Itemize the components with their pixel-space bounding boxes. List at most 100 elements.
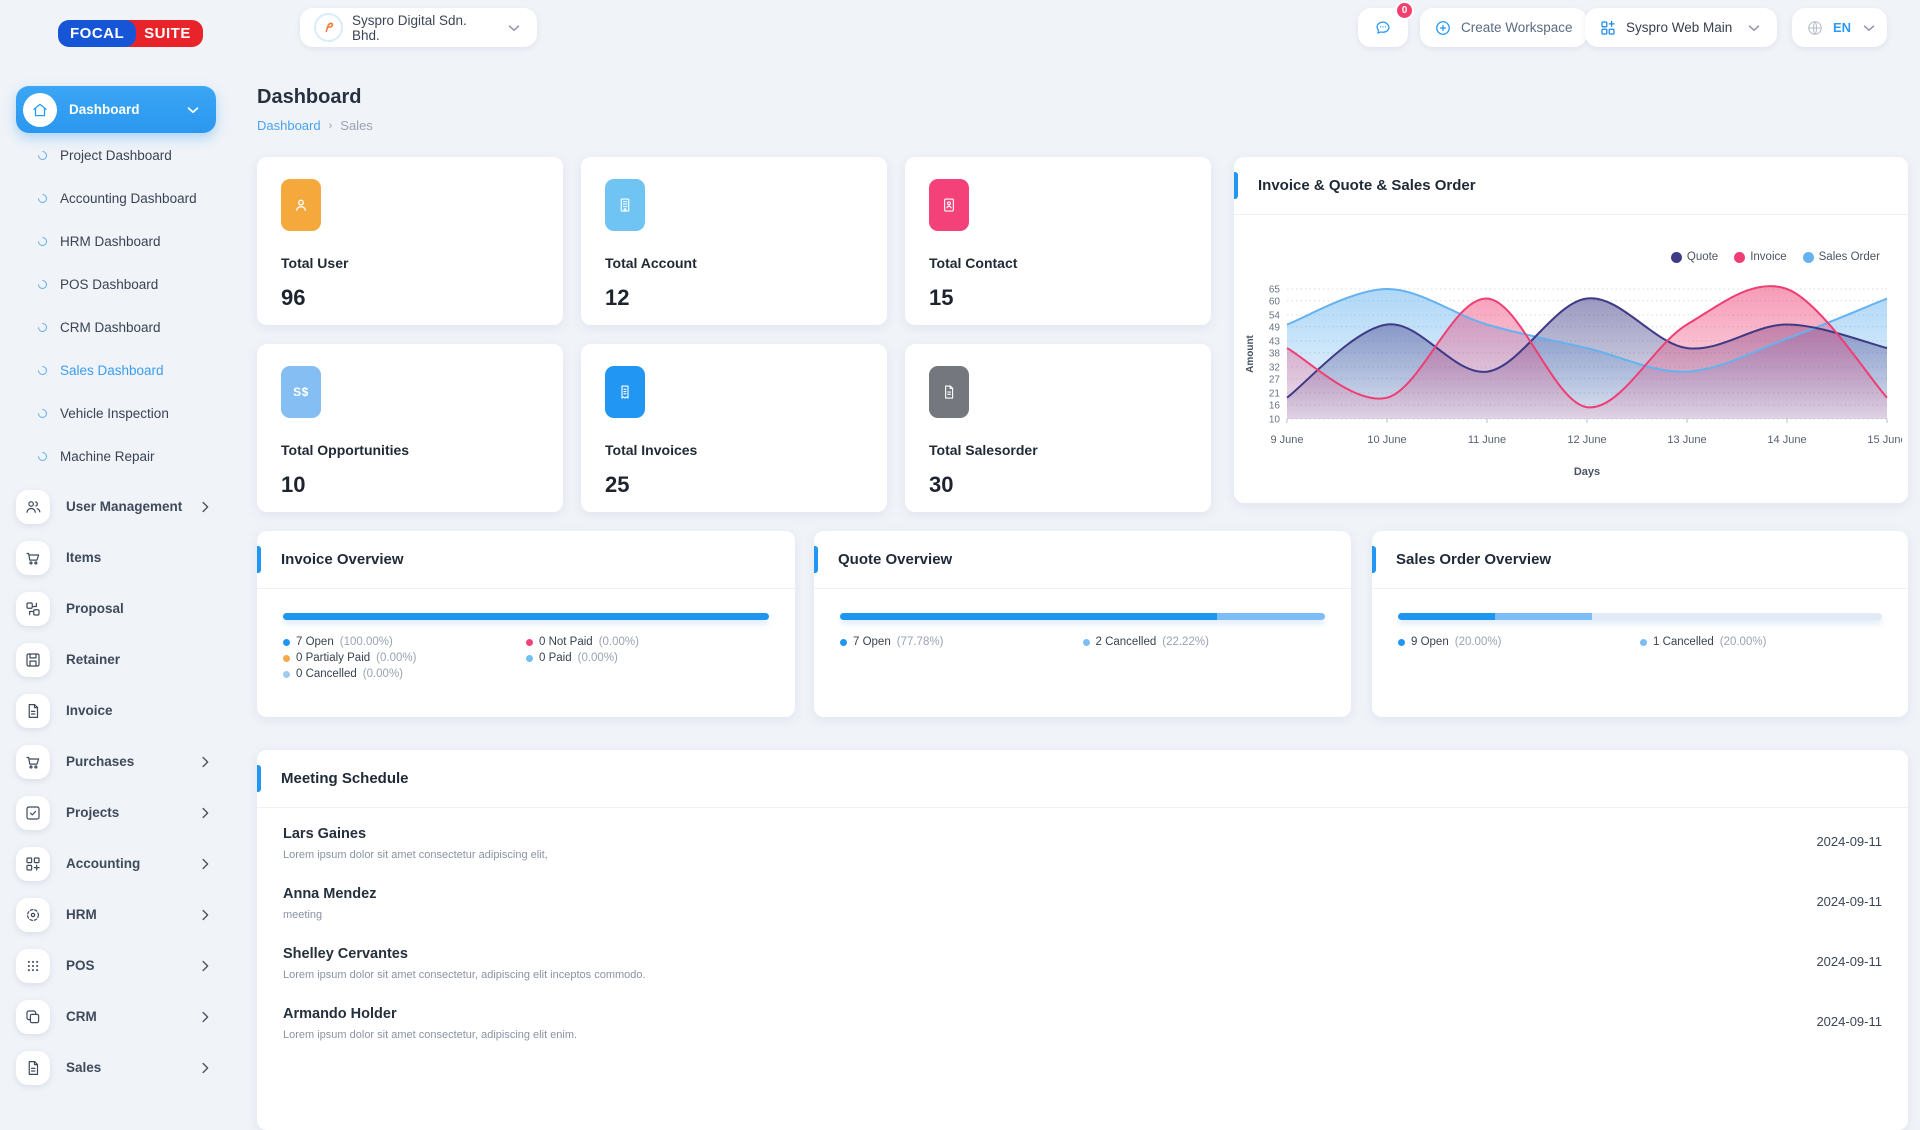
sidebar-item-label: Accounting Dashboard xyxy=(60,191,197,206)
stat-value: 30 xyxy=(929,472,1187,498)
svg-text:10 June: 10 June xyxy=(1367,434,1406,446)
legend-item-invoice[interactable]: Invoice xyxy=(1734,251,1786,263)
sidebar-item-pos[interactable]: POS xyxy=(0,940,232,991)
sidebar-item-pos-dashboard[interactable]: POS Dashboard xyxy=(0,263,232,306)
svg-text:43: 43 xyxy=(1269,337,1281,348)
sidebar-item-machine-repair[interactable]: Machine Repair xyxy=(0,435,232,478)
legend-item: 7 Open (100.00%) xyxy=(283,636,526,648)
chat-button[interactable]: 0 xyxy=(1358,8,1408,47)
legend-dot xyxy=(1398,639,1405,646)
company-logo-icon xyxy=(314,13,343,42)
sidebar-item-sales[interactable]: Sales xyxy=(0,1042,232,1093)
sidebar-item-accounting-dashboard[interactable]: Accounting Dashboard xyxy=(0,177,232,220)
circle-bullet-icon xyxy=(36,235,49,248)
page-title: Dashboard xyxy=(257,86,361,109)
chevron-right-icon xyxy=(196,1059,214,1077)
sidebar-item-items[interactable]: Items xyxy=(0,532,232,583)
language-selector[interactable]: EN xyxy=(1792,8,1887,47)
legend-item: 0 Not Paid (0.00%) xyxy=(526,636,769,648)
sidebar-item-label: Project Dashboard xyxy=(60,148,172,163)
sidebar-item-user-management[interactable]: User Management xyxy=(0,481,232,532)
app-logo[interactable]: FOCAL SUITE xyxy=(58,20,203,47)
sidebar-item-invoice[interactable]: Invoice xyxy=(0,685,232,736)
sidebar-item-sales-dashboard[interactable]: Sales Dashboard xyxy=(0,349,232,392)
sidebar-item-proposal[interactable]: Proposal xyxy=(0,583,232,634)
stat-value: 12 xyxy=(605,285,863,311)
chevron-right-icon xyxy=(196,804,214,822)
meeting-row[interactable]: Anna Mendez meeting 2024-09-11 xyxy=(283,886,1882,921)
card-title: Meeting Schedule xyxy=(281,770,409,787)
legend-dot xyxy=(1734,252,1745,263)
stat-label: Total Invoices xyxy=(605,442,863,458)
stat-value: 96 xyxy=(281,285,539,311)
breadcrumb-dashboard-link[interactable]: Dashboard xyxy=(257,118,321,133)
legend-label: 9 Open xyxy=(1411,636,1449,648)
meeting-row[interactable]: Armando Holder Lorem ipsum dolor sit ame… xyxy=(283,1006,1882,1041)
legend-dot xyxy=(526,655,533,662)
sidebar-item-crm[interactable]: CRM xyxy=(0,991,232,1042)
sidebar-item-hrm-dashboard[interactable]: HRM Dashboard xyxy=(0,220,232,263)
legend-label: 0 Paid xyxy=(539,652,572,664)
dots-grid-icon xyxy=(16,949,50,983)
svg-text:14 June: 14 June xyxy=(1767,434,1806,446)
globe-icon xyxy=(1806,19,1824,37)
legend-label: 2 Cancelled xyxy=(1096,636,1157,648)
legend-item-quote[interactable]: Quote xyxy=(1671,251,1718,263)
stat-card-total-opportunities: S$ Total Opportunities 10 xyxy=(257,344,563,512)
legend-percent: (0.00%) xyxy=(363,668,403,680)
svg-text:15 June: 15 June xyxy=(1867,434,1902,446)
legend-label: 7 Open xyxy=(296,636,334,648)
sidebar-item-projects[interactable]: Projects xyxy=(0,787,232,838)
card-title: Sales Order Overview xyxy=(1396,551,1551,568)
svg-text:38: 38 xyxy=(1269,348,1281,359)
invoice-overview-card: Invoice Overview 7 Open (100.00%) 0 Not … xyxy=(257,531,795,717)
sidebar-item-accounting[interactable]: Accounting xyxy=(0,838,232,889)
sidebar-item-label: POS Dashboard xyxy=(60,277,158,292)
svg-text:49: 49 xyxy=(1269,322,1281,333)
sidebar-item-vehicle-inspection[interactable]: Vehicle Inspection xyxy=(0,392,232,435)
circle-bullet-icon xyxy=(36,364,49,377)
legend-dot xyxy=(526,639,533,646)
legend-label: Invoice xyxy=(1750,251,1786,263)
dashboard-submenu: Project Dashboard Accounting Dashboard H… xyxy=(0,134,232,478)
create-workspace-button[interactable]: Create Workspace xyxy=(1420,8,1587,47)
cart-icon xyxy=(16,541,50,575)
legend-item: 2 Cancelled (22.22%) xyxy=(1083,636,1326,648)
stat-card-total-invoices: Total Invoices 25 xyxy=(581,344,887,512)
svg-text:21: 21 xyxy=(1269,389,1281,400)
sidebar-item-crm-dashboard[interactable]: CRM Dashboard xyxy=(0,306,232,349)
dollar-icon: S$ xyxy=(281,366,321,418)
workspace-selector[interactable]: Syspro Web Main xyxy=(1585,8,1777,47)
users-icon xyxy=(16,490,50,524)
svg-text:27: 27 xyxy=(1269,374,1281,385)
sidebar-item-hrm[interactable]: HRM xyxy=(0,889,232,940)
chart-title: Invoice & Quote & Sales Order xyxy=(1258,177,1476,194)
svg-text:Days: Days xyxy=(1574,466,1600,478)
circle-bullet-icon xyxy=(36,450,49,463)
meeting-name: Anna Mendez xyxy=(283,886,376,902)
legend-dot xyxy=(840,639,847,646)
stat-label: Total Opportunities xyxy=(281,442,539,458)
legend-item: 0 Paid (0.00%) xyxy=(526,652,769,664)
grid-plus-icon xyxy=(16,847,50,881)
legend-dot xyxy=(1803,252,1814,263)
stat-label: Total User xyxy=(281,255,539,271)
sidebar-item-project-dashboard[interactable]: Project Dashboard xyxy=(0,134,232,177)
meeting-row[interactable]: Shelley Cervantes Lorem ipsum dolor sit … xyxy=(283,946,1882,981)
sidebar-item-dashboard[interactable]: Dashboard xyxy=(16,86,216,133)
accent-bar xyxy=(257,546,261,573)
sidebar-item-purchases[interactable]: Purchases xyxy=(0,736,232,787)
stat-value: 25 xyxy=(605,472,863,498)
save-icon xyxy=(16,643,50,677)
sidebar: Dashboard Project Dashboard Accounting D… xyxy=(0,0,232,1080)
company-selector[interactable]: Syspro Digital Sdn. Bhd. xyxy=(300,8,537,47)
company-name: Syspro Digital Sdn. Bhd. xyxy=(352,13,496,43)
sidebar-item-retainer[interactable]: Retainer xyxy=(0,634,232,685)
legend-item-sales-order[interactable]: Sales Order xyxy=(1803,251,1880,263)
sidebar-item-label: CRM xyxy=(66,1009,196,1024)
stat-label: Total Account xyxy=(605,255,863,271)
legend-percent: (20.00%) xyxy=(1720,636,1767,648)
target-icon xyxy=(16,898,50,932)
meeting-row[interactable]: Lars Gaines Lorem ipsum dolor sit amet c… xyxy=(283,826,1882,861)
circle-bullet-icon xyxy=(36,407,49,420)
